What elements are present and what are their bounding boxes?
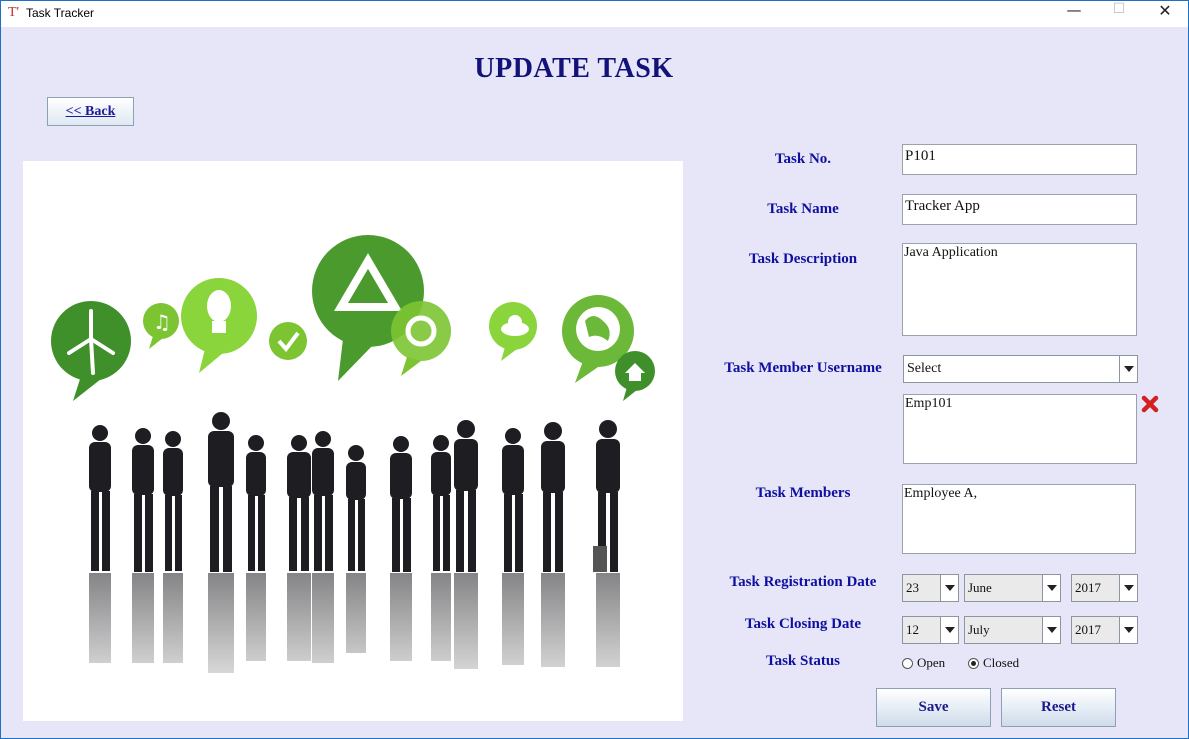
dropdown-arrow-icon[interactable]: [1042, 617, 1060, 643]
status-open-radio[interactable]: Open: [902, 655, 945, 671]
closing-year-value: 2017: [1075, 622, 1101, 637]
task-no-field[interactable]: P101: [902, 144, 1137, 175]
dropdown-arrow-icon[interactable]: [940, 575, 958, 601]
app-window: T' Task Tracker — ☐ ✕ UPDATE TASK << Bac…: [0, 0, 1189, 739]
checkmark-bubble: [269, 322, 307, 360]
registration-day-select[interactable]: 23: [902, 574, 959, 602]
people-silhouettes: [89, 412, 620, 572]
registration-day-value: 23: [906, 580, 919, 595]
cloud-bubble: [489, 302, 537, 361]
maximize-icon[interactable]: ☐: [1096, 1, 1142, 27]
refresh-bubble: [391, 301, 451, 376]
task-description-label: Task Description: [748, 251, 858, 267]
wind-turbine-bubble: [51, 301, 131, 401]
task-name-field[interactable]: Tracker App: [902, 194, 1137, 225]
closing-year-select[interactable]: 2017: [1071, 616, 1138, 644]
member-username-select-value: Select: [907, 361, 942, 376]
radio-unchecked-icon: [902, 658, 913, 669]
reset-button[interactable]: Reset: [1001, 688, 1116, 727]
radio-checked-icon: [968, 658, 979, 669]
closing-day-value: 12: [906, 622, 919, 637]
task-description-field[interactable]: Java Application: [902, 243, 1137, 336]
save-button[interactable]: Save: [876, 688, 991, 727]
closing-day-select[interactable]: 12: [902, 616, 959, 644]
svg-text:♫: ♫: [153, 310, 171, 334]
member-username-select[interactable]: Select: [903, 355, 1138, 383]
task-no-label: Task No.: [774, 151, 832, 167]
registration-year-value: 2017: [1075, 580, 1101, 595]
dropdown-arrow-icon[interactable]: [1042, 575, 1060, 601]
task-name-label: Task Name: [767, 201, 839, 217]
closing-month-value: July: [968, 622, 990, 637]
dropdown-arrow-icon[interactable]: [940, 617, 958, 643]
status-closed-radio[interactable]: Closed: [968, 655, 1019, 671]
music-note-bubble: ♫: [143, 303, 179, 349]
status-open-label: Open: [917, 655, 946, 670]
task-members-label: Task Members: [755, 485, 851, 501]
selected-members-list[interactable]: Emp101: [903, 394, 1137, 464]
task-status-label: Task Status: [765, 653, 841, 669]
registration-year-select[interactable]: 2017: [1071, 574, 1138, 602]
status-closed-label: Closed: [983, 655, 1020, 670]
close-icon[interactable]: ✕: [1142, 1, 1188, 27]
task-members-field[interactable]: Employee A,: [902, 484, 1136, 554]
title-bar: T' Task Tracker — ☐ ✕: [1, 1, 1188, 27]
registration-month-value: June: [968, 580, 992, 595]
task-member-username-label: Task Member Username: [724, 360, 882, 376]
back-button[interactable]: << Back: [47, 97, 134, 126]
dropdown-arrow-icon[interactable]: [1119, 575, 1137, 601]
remove-member-icon[interactable]: [1141, 395, 1159, 418]
page-title: UPDATE TASK: [474, 53, 674, 84]
minimize-icon[interactable]: —: [1051, 1, 1097, 27]
closing-month-select[interactable]: July: [964, 616, 1061, 644]
app-icon: T': [8, 5, 20, 20]
back-button-label: << Back: [65, 104, 116, 119]
task-closing-date-label: Task Closing Date: [744, 616, 862, 632]
task-registration-date-label: Task Registration Date: [729, 574, 877, 590]
lightbulb-bubble: [181, 278, 257, 373]
dropdown-arrow-icon[interactable]: [1119, 617, 1137, 643]
window-title: Task Tracker: [26, 6, 95, 20]
illustration-image: ♫: [23, 161, 683, 721]
dropdown-arrow-icon[interactable]: [1119, 356, 1137, 382]
house-bubble: [615, 351, 655, 401]
registration-month-select[interactable]: June: [964, 574, 1061, 602]
